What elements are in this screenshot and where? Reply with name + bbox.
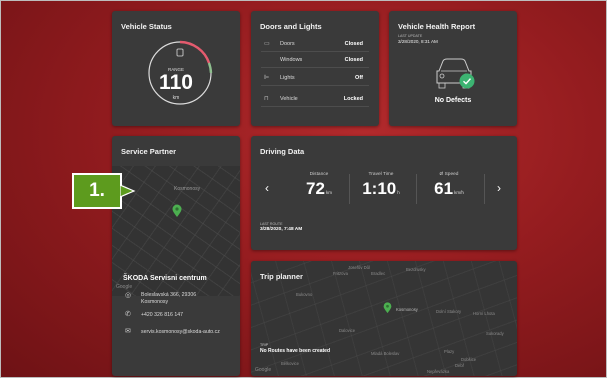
travel-time-stat: Travel Time 1:10h [351, 172, 411, 199]
map-place: Mladá Boleslav [371, 351, 400, 356]
map-place: Sukorady [486, 331, 504, 336]
map-place: Bělkovice [281, 361, 299, 366]
last-update-label: LAST UPDATE [398, 34, 423, 38]
map-place: Dobšice [461, 357, 477, 362]
doors-lights-title: Doors and Lights [260, 22, 322, 31]
range-value: 110 [159, 71, 193, 94]
trip-planner-card[interactable]: Josefův Důl Fritzova Bradlec Bezdrusky K… [251, 261, 517, 376]
google-logo: Google [255, 367, 272, 373]
driving-data-card[interactable]: Driving Data ‹ Distance 72km Travel Time… [251, 136, 517, 250]
partner-address-2: Kosmonosy [141, 299, 169, 305]
doors-lights-card[interactable]: Doors and Lights ▭ Doors Closed Windows … [251, 11, 379, 126]
avg-speed-value: 61 [434, 179, 454, 198]
travel-time-unit: h [397, 190, 400, 195]
partner-name: ŠKODA Servisni centrum [123, 275, 207, 282]
travel-time-label: Travel Time [368, 172, 394, 177]
lights-value: Off [355, 75, 363, 81]
lock-icon: ⊓ [264, 96, 269, 102]
driving-title: Driving Data [260, 147, 305, 156]
map-place: Plazy [444, 349, 455, 354]
service-partner-card[interactable]: Service Partner Kosmonosy Google ŠKODA S… [112, 136, 240, 376]
step-callout: 1. [72, 173, 122, 209]
range-unit: km [172, 95, 180, 101]
map-pin-icon[interactable] [383, 302, 392, 314]
vehicle-status-card[interactable]: Vehicle Status RANGE 110 km [112, 11, 240, 126]
distance-unit: km [325, 190, 332, 195]
chevron-right-icon[interactable]: › [497, 181, 501, 195]
vehicle-lock-row: ⊓ Vehicle Locked [261, 91, 369, 107]
distance-label: Distance [309, 172, 329, 177]
map-place: Nepřevázka [427, 369, 450, 374]
partner-phone[interactable]: +420 326 816 147 [141, 312, 183, 318]
avg-speed-stat: Ø Speed 61km/h [419, 172, 479, 199]
doors-row: ▭ Doors Closed [261, 36, 369, 52]
last-route-value: 3/28/2020, 7:48 AM [260, 227, 303, 232]
partner-email[interactable]: servis.kosmonosy@skoda-auto.cz [141, 329, 220, 335]
trip-status: No Routes have been created [260, 348, 331, 354]
map-pin-icon[interactable] [172, 204, 182, 218]
health-status: No Defects [434, 97, 472, 104]
windows-label: Windows [280, 57, 303, 63]
map-place: Fritzova [333, 271, 348, 276]
avg-speed-label: Ø Speed [439, 172, 459, 177]
map-place: Debř [455, 363, 465, 368]
trip-planner-title: Trip planner [260, 272, 303, 281]
lights-label: Lights [280, 75, 295, 81]
fuel-pump-icon [176, 48, 184, 57]
windows-value: Closed [344, 57, 363, 63]
google-logo: Google [116, 284, 133, 290]
map-place: Dolní Stakory [436, 309, 462, 314]
vehicle-value: Locked [343, 96, 363, 102]
travel-time-value: 1:10 [362, 179, 397, 198]
distance-stat: Distance 72km [291, 172, 347, 199]
map-place: Kosmonosy [396, 307, 418, 312]
distance-value: 72 [306, 179, 325, 198]
map-place: Bezdrusky [406, 267, 426, 272]
health-title: Vehicle Health Report [398, 22, 476, 31]
map-place: Bradlec [371, 271, 386, 276]
check-icon [459, 73, 475, 89]
trip-label: TRIP [260, 343, 269, 347]
divider [416, 174, 417, 204]
chevron-left-icon[interactable]: ‹ [265, 181, 269, 195]
avg-speed-unit: km/h [454, 190, 464, 195]
map-label-kosmonosy: Kosmonosy [174, 186, 201, 192]
divider [349, 174, 350, 204]
last-update-value: 3/28/2020, 8:31 AM [398, 39, 438, 44]
fuel-level-arc [179, 40, 211, 64]
doors-value: Closed [344, 41, 363, 47]
door-icon: ▭ [264, 41, 270, 47]
divider [484, 174, 485, 204]
location-icon: ◎ [125, 292, 132, 299]
callout-label: 1. [89, 180, 105, 201]
partner-address-1: Boleslavská 366, 29306 [141, 292, 197, 298]
windows-row: Windows Closed [261, 52, 369, 68]
last-route-label: LAST ROUTE [260, 222, 283, 226]
vehicle-health-card[interactable]: Vehicle Health Report LAST UPDATE 3/28/2… [389, 11, 517, 126]
map-place: Horní Lhota [473, 311, 495, 316]
map-place: Josefův Důl [348, 265, 370, 270]
light-icon: ⊫ [264, 75, 270, 81]
map-place: Dalovice [339, 328, 356, 333]
doors-label: Doors [280, 41, 295, 47]
service-partner-title: Service Partner [121, 147, 177, 156]
callout-arrow [120, 184, 136, 198]
vehicle-status-title: Vehicle Status [121, 22, 172, 31]
lights-row: ⊫ Lights Off [261, 70, 369, 86]
phone-icon: ✆ [125, 311, 131, 318]
map-place: Bukovno [296, 292, 313, 297]
vehicle-label: Vehicle [280, 96, 298, 102]
email-icon: ✉ [125, 328, 131, 335]
